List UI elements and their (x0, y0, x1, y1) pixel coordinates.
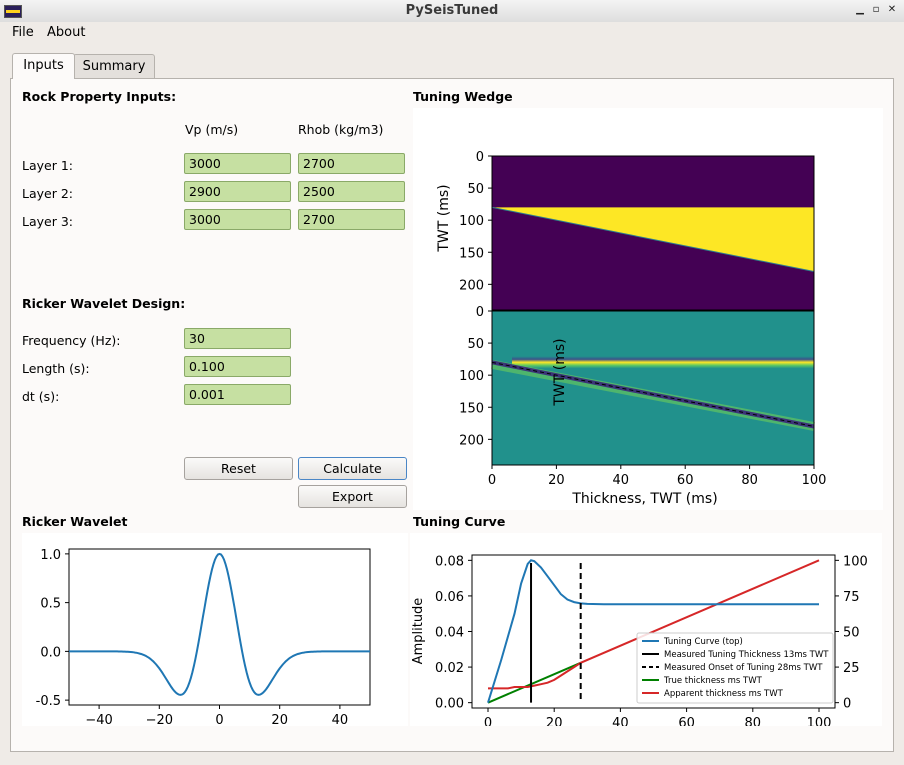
legend-label: Measured Onset of Tuning 28ms TWT (664, 663, 823, 673)
ricker-xtick-label: 20 (271, 713, 288, 726)
frequency-input[interactable] (184, 328, 291, 349)
menu-file[interactable]: File (12, 25, 34, 40)
ricker-ytick-label: 0.0 (40, 645, 61, 660)
tuning-ytick-label: 0.02 (435, 661, 464, 676)
synth-xlabel: Thickness, TWT (ms) (571, 491, 717, 507)
ricker-ytick-label: 0.5 (40, 597, 61, 612)
model-ytick-label: 200 (459, 278, 484, 293)
model-ylabel: TWT (ms) (436, 184, 452, 252)
synth-xtick-label: 20 (548, 473, 565, 488)
ricker-wavelet-plot: -0.5 0.0 0.5 1.0 −40 −20 0 20 40 (22, 533, 408, 728)
tuning-curve-plot: Amplitude 0.00 0.02 0.04 0.06 0.08 0 25 50 75 100… (410, 533, 882, 731)
tab-summary[interactable]: Summary (73, 54, 155, 79)
tuning-wedge-plot: 0 50 100 150 200 0 50 100 150 200 0 20 40 60 80 100 TW… (413, 108, 883, 510)
dt-label: dt (s): (22, 389, 60, 404)
length-input[interactable] (184, 356, 291, 377)
ricker-xtick-label: 40 (332, 713, 349, 726)
close-icon[interactable]: ✕ (885, 3, 899, 17)
vp-column-header: Vp (m/s) (185, 122, 239, 137)
tuning-ytick-label: 0.06 (435, 590, 464, 605)
tuning-y2tick-label: 25 (843, 661, 860, 676)
tuning-xtick-label: 80 (745, 716, 762, 726)
calculate-button[interactable]: Calculate (298, 457, 407, 480)
ricker-ytick-label: -0.5 (36, 694, 61, 709)
synth-xtick-label: 80 (741, 473, 758, 488)
model-ytick-label: 150 (459, 246, 484, 261)
ricker-xtick-label: −40 (85, 713, 112, 726)
model-ytick-label: 50 (467, 182, 484, 197)
title-bar[interactable]: PySeisTuned ▁ ▫ ✕ (0, 0, 904, 23)
layer-1-rhob-input[interactable] (298, 153, 405, 174)
true-thickness-line (487, 661, 582, 704)
layer-2-rhob-input[interactable] (298, 181, 405, 202)
tuning-ytick-label: 0.00 (435, 697, 464, 712)
layer-1-label: Layer 1: (22, 158, 73, 173)
model-ytick-label: 100 (459, 214, 484, 229)
tuning-y2tick-label: 100 (843, 554, 868, 569)
tuning-wedge-heading: Tuning Wedge (413, 89, 513, 104)
menu-about[interactable]: About (47, 25, 85, 40)
layer-2-label: Layer 2: (22, 186, 73, 201)
synth-ytick-label: 150 (459, 401, 484, 416)
synth-ytick-label: 50 (467, 337, 484, 352)
tuning-wedge-svg: 0 50 100 150 200 0 50 100 150 200 0 20 40 60 80 100 TW… (436, 150, 826, 507)
maximize-icon[interactable]: ▫ (869, 3, 883, 17)
ricker-frame (68, 548, 371, 706)
synth-ytick-label: 200 (459, 433, 484, 448)
export-button[interactable]: Export (298, 485, 407, 508)
wedge-synthetic-chart: 0 50 100 150 200 0 20 40 60 80 100 (459, 305, 826, 488)
tuning-curve-heading: Tuning Curve (413, 514, 506, 529)
tuning-y2tick-label: 75 (843, 590, 860, 605)
dt-input[interactable] (184, 384, 291, 405)
tab-inputs[interactable]: Inputs (12, 53, 75, 79)
tuning-xtick-label: 40 (612, 716, 629, 726)
tuning-y2tick-label: 50 (843, 626, 860, 641)
synth-xtick-label: 0 (488, 473, 496, 488)
layer-1-vp-input[interactable] (184, 153, 291, 174)
tuning-xtick-label: 0 (484, 716, 492, 726)
menu-bar: File About (0, 22, 904, 42)
synth-xtick-label: 40 (613, 473, 630, 488)
ricker-xtick-label: −20 (146, 713, 173, 726)
legend-label: True thickness ms TWT (663, 676, 763, 686)
wavelet-design-heading: Ricker Wavelet Design: (22, 296, 186, 311)
legend-label: Apparent thickness ms TWT (664, 689, 784, 699)
reset-button[interactable]: Reset (184, 457, 293, 480)
tuning-xtick-label: 20 (546, 716, 563, 726)
layer-3-label: Layer 3: (22, 214, 73, 229)
tuning-xtick-label: 60 (678, 716, 695, 726)
layer-3-rhob-input[interactable] (298, 209, 405, 230)
ricker-xtick-label: 0 (215, 713, 223, 726)
tuning-ytick-label: 0.08 (435, 554, 464, 569)
ricker-wavelet-svg: -0.5 0.0 0.5 1.0 −40 −20 0 20 40 (36, 548, 371, 728)
window-title: PySeisTuned (405, 3, 499, 18)
tuning-xtick-label: 100 (807, 716, 832, 726)
tuning-y2tick-label: 0 (843, 697, 851, 712)
synth-xtick-label: 100 (802, 473, 827, 488)
model-ytick-label: 0 (476, 150, 484, 165)
wedge-model-chart: 0 50 100 150 200 (459, 150, 815, 311)
ricker-wavelet-heading: Ricker Wavelet (22, 514, 128, 529)
length-label: Length (s): (22, 361, 90, 376)
rhob-column-header: Rhob (kg/m3) (298, 122, 384, 137)
synth-xtick-label: 60 (677, 473, 694, 488)
layer-3-vp-input[interactable] (184, 209, 291, 230)
synth-ytick-label: 0 (476, 305, 484, 320)
legend-label: Tuning Curve (top) (663, 637, 743, 647)
frequency-label: Frequency (Hz): (22, 333, 121, 348)
legend-label: Measured Tuning Thickness 13ms TWT (664, 650, 829, 660)
ricker-line (69, 552, 370, 696)
synth-background (492, 311, 814, 465)
rock-property-heading: Rock Property Inputs: (22, 89, 177, 104)
minimize-icon[interactable]: ▁ (853, 3, 867, 17)
synth-ytick-label: 100 (459, 369, 484, 384)
synth-ylabel: TWT (ms) (552, 338, 568, 406)
tuning-ytick-label: 0.04 (435, 626, 464, 641)
ricker-ytick-label: 1.0 (40, 548, 61, 563)
amplitude-ylabel: Amplitude (411, 598, 426, 665)
tuning-curve-svg: Amplitude 0.00 0.02 0.04 0.06 0.08 0 25 50 75 100… (411, 554, 868, 731)
layer-2-vp-input[interactable] (184, 181, 291, 202)
